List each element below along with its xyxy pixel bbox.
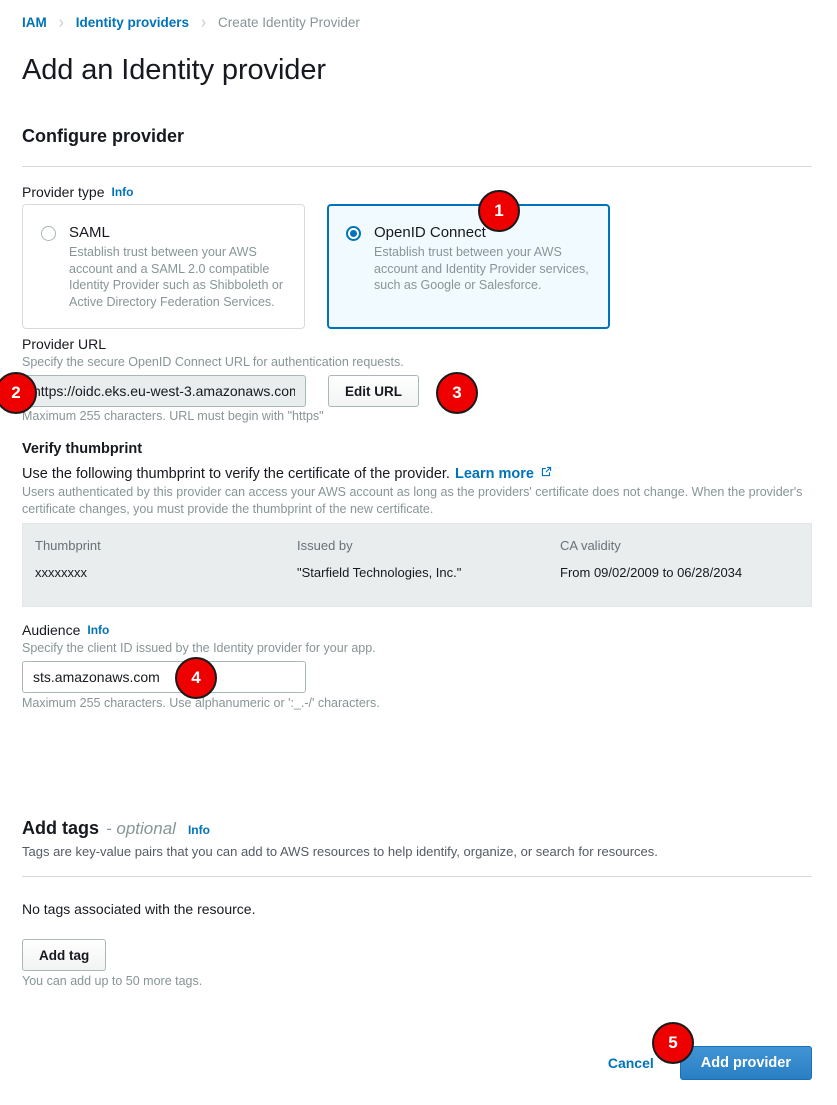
audience-row [22, 661, 306, 693]
ca-validity-column: CA validity From 09/02/2009 to 06/28/203… [560, 538, 810, 606]
form-footer: Cancel Add provider [608, 1046, 812, 1080]
provider-url-label: Provider URL [22, 336, 107, 352]
provider-type-option-saml[interactable]: SAML Establish trust between your AWS ac… [22, 204, 305, 329]
configure-provider-heading: Configure provider [22, 126, 185, 146]
identity-provider-create-page: IAM › Identity providers › Create Identi… [0, 0, 837, 1105]
audience-info-link[interactable]: Info [87, 623, 109, 637]
provider-url-description: Specify the secure OpenID Connect URL fo… [22, 355, 404, 369]
provider-type-info-link[interactable]: Info [111, 185, 133, 199]
add-tags-heading: Add tags [22, 818, 100, 838]
add-tag-button[interactable]: Add tag [22, 939, 107, 971]
learn-more-link[interactable]: Learn more [455, 466, 534, 482]
step-badge-5: 5 [652, 1022, 694, 1064]
step-badge-3: 3 [436, 372, 478, 414]
section-divider [22, 166, 812, 167]
verify-thumbprint-subtext: Users authenticated by this provider can… [22, 485, 803, 516]
thumbprint-value: xxxxxxxx [35, 565, 87, 580]
verify-thumbprint-lead-row: Use the following thumbprint to verify t… [22, 465, 553, 482]
provider-type-label-group: Provider type Info [22, 184, 133, 202]
provider-type-option-saml-description: Establish trust between your AWS account… [69, 245, 284, 309]
step-badge-1: 1 [478, 190, 520, 232]
provider-type-option-oidc[interactable]: OpenID Connect Establish trust between y… [327, 204, 610, 329]
provider-url-hint: Maximum 255 characters. URL must begin w… [22, 409, 324, 423]
page-title: Add an Identity provider [22, 54, 326, 86]
breadcrumb: IAM › Identity providers › Create Identi… [22, 12, 360, 33]
breadcrumb-separator-icon: › [201, 12, 207, 33]
breadcrumb-item-identity-providers[interactable]: Identity providers [76, 14, 189, 32]
breadcrumb-item-current: Create Identity Provider [218, 15, 360, 30]
provider-url-input[interactable] [22, 375, 306, 407]
provider-type-label: Provider type [22, 184, 105, 200]
ca-validity-column-header: CA validity [560, 538, 621, 553]
provider-url-row: Edit URL [22, 375, 419, 407]
provider-type-options: SAML Establish trust between your AWS ac… [22, 204, 610, 329]
add-tags-info-link[interactable]: Info [188, 823, 210, 837]
audience-input[interactable] [22, 661, 306, 693]
radio-saml-icon[interactable] [41, 226, 56, 241]
issued-by-column-header: Issued by [297, 538, 353, 553]
verify-thumbprint-lead-text: Use the following thumbprint to verify t… [22, 465, 450, 482]
breadcrumb-separator-icon: › [58, 12, 64, 33]
audience-label-group: Audience Info [22, 622, 109, 640]
external-link-icon[interactable] [540, 465, 553, 482]
cancel-button[interactable]: Cancel [608, 1055, 654, 1071]
verify-thumbprint-heading: Verify thumbprint [22, 441, 143, 457]
issued-by-value: "Starfield Technologies, Inc." [297, 565, 462, 580]
edit-url-button[interactable]: Edit URL [328, 375, 419, 407]
add-tags-description: Tags are key-value pairs that you can ad… [22, 844, 658, 859]
audience-label: Audience [22, 622, 81, 638]
provider-type-option-oidc-description: Establish trust between your AWS account… [374, 245, 589, 292]
add-tags-heading-group: Add tags - optional Info [22, 818, 210, 839]
tags-divider [22, 876, 812, 877]
add-tags-hint: You can add up to 50 more tags. [22, 974, 203, 988]
thumbprint-column-header: Thumbprint [35, 538, 101, 553]
breadcrumb-item-iam[interactable]: IAM [22, 14, 47, 32]
audience-description: Specify the client ID issued by the Iden… [22, 641, 376, 655]
thumbprint-details-box: Thumbprint xxxxxxxx Issued by "Starfield… [22, 523, 812, 607]
radio-oidc-icon[interactable] [346, 226, 361, 241]
thumbprint-column: Thumbprint xxxxxxxx [35, 538, 297, 606]
no-tags-message: No tags associated with the resource. [22, 901, 256, 917]
add-tags-optional-label: - optional [106, 819, 176, 838]
issued-by-column: Issued by "Starfield Technologies, Inc." [297, 538, 560, 606]
provider-type-option-saml-title: SAML [69, 224, 110, 241]
step-badge-4: 4 [175, 657, 217, 699]
step-badge-2: 2 [0, 372, 37, 414]
ca-validity-value: From 09/02/2009 to 06/28/2034 [560, 565, 743, 580]
add-provider-button[interactable]: Add provider [679, 1046, 812, 1080]
